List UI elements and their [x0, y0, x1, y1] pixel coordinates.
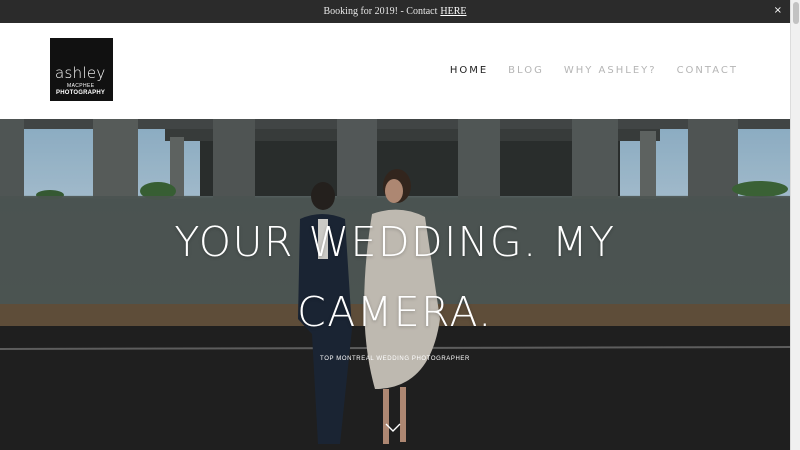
close-icon[interactable]: ×: [774, 5, 782, 16]
logo-tagline: PHOTOGRAPHY: [56, 90, 106, 96]
hero-section: YOUR WEDDING. MY CAMERA. TOP MONTREAL WE…: [0, 119, 790, 450]
logo-surname: MACPHEE: [67, 83, 95, 89]
hero-subheading: TOP MONTREAL WEDDING PHOTOGRAPHER: [320, 356, 470, 362]
scrollbar-thumb[interactable]: [793, 2, 799, 24]
nav-item-home[interactable]: HOME: [450, 65, 488, 76]
announcement-contact-link[interactable]: HERE: [440, 6, 466, 17]
main-nav: HOME BLOG WHY ASHLEY? CONTACT: [450, 65, 738, 76]
hero-headline-line1: YOUR WEDDING. MY: [174, 218, 616, 266]
nav-item-contact[interactable]: CONTACT: [677, 65, 738, 76]
hero-headline: YOUR WEDDING. MY CAMERA.: [0, 207, 790, 347]
site-logo[interactable]: ashley MACPHEE PHOTOGRAPHY: [50, 38, 113, 101]
hero-headline-line2: CAMERA.: [297, 288, 493, 336]
nav-item-why-ashley[interactable]: WHY ASHLEY?: [564, 65, 657, 76]
chevron-down-icon[interactable]: [384, 421, 402, 433]
page-scrollbar[interactable]: [790, 0, 800, 450]
announcement-text: Booking for 2019! - Contact: [323, 6, 438, 17]
logo-name: ashley: [55, 64, 106, 82]
announcement-bar: Booking for 2019! - Contact HERE ×: [0, 0, 790, 23]
nav-item-blog[interactable]: BLOG: [508, 65, 544, 76]
site-header: ashley MACPHEE PHOTOGRAPHY HOME BLOG WHY…: [0, 23, 790, 119]
